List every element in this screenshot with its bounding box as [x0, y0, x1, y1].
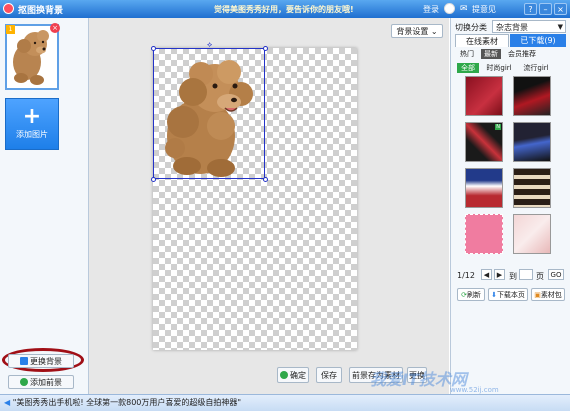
window-title: 抠图换背景: [18, 6, 64, 16]
selection-box[interactable]: [153, 48, 265, 179]
download-page-button[interactable]: ⬇下载本页: [488, 288, 528, 301]
background-thumbnail[interactable]: [465, 214, 503, 254]
category-label: 切换分类: [455, 23, 487, 32]
page-input[interactable]: [519, 269, 533, 280]
filter-all[interactable]: 全部: [457, 63, 479, 73]
subtab-hot[interactable]: 热门: [457, 49, 477, 59]
thumbnail-index: 1: [6, 25, 15, 34]
tab-online-label: 在线素材: [466, 37, 498, 46]
add-picture-label: 添加图片: [16, 130, 48, 139]
rotate-handle-icon[interactable]: ⟡: [207, 40, 212, 50]
category-value: 杂志背景: [496, 23, 528, 32]
image-thumbnail[interactable]: 1 ×: [5, 23, 60, 90]
refresh-button[interactable]: ⟳刷新: [457, 288, 485, 301]
page-indicator: 1/12: [457, 271, 475, 280]
change-background-label: 更换背景: [30, 357, 62, 366]
tab-online-materials[interactable]: 在线素材: [455, 34, 509, 47]
add-foreground-label: 添加前景: [30, 378, 62, 387]
add-picture-button[interactable]: + 添加图片: [5, 98, 59, 150]
add-icon: [20, 378, 28, 386]
tab-downloaded-label: 已下载(9): [520, 36, 556, 45]
background-settings-button[interactable]: 背景设置 ⌄: [391, 24, 443, 38]
background-thumbnail[interactable]: [465, 168, 503, 208]
watermark-url: www.52ij.com: [450, 386, 499, 394]
filter-fashion-girl[interactable]: 时尚girl: [483, 63, 515, 73]
promo-slogan: 觉得美图秀秀好用，要告诉你的朋友哦!: [214, 5, 354, 14]
speaker-icon: ◀: [4, 398, 11, 407]
page-unit-label: 页: [536, 272, 544, 281]
background-settings-label: 背景设置: [396, 27, 429, 36]
new-badge: N: [495, 124, 501, 130]
confirm-label: 确定: [290, 371, 306, 380]
resize-handle[interactable]: [263, 177, 268, 182]
resize-handle[interactable]: [151, 46, 156, 51]
background-thumbnail[interactable]: [513, 122, 551, 162]
resize-handle[interactable]: [263, 46, 268, 51]
prev-page-button[interactable]: ◀: [481, 269, 492, 280]
download-page-label: 下载本页: [496, 291, 525, 299]
background-thumbnail[interactable]: [513, 76, 551, 116]
save-label: 保存: [321, 371, 337, 380]
material-pack-label: 素材包: [540, 291, 562, 299]
category-select[interactable]: 杂志背景 ▼: [492, 20, 566, 33]
add-foreground-button[interactable]: 添加前景: [8, 375, 74, 389]
filter-trend-girl[interactable]: 流行girl: [519, 63, 553, 73]
refresh-label: 刷新: [466, 291, 481, 299]
background-thumbnail[interactable]: N: [465, 122, 503, 162]
resize-handle[interactable]: [151, 177, 156, 182]
minimize-button[interactable]: –: [539, 3, 552, 15]
subtab-member-recommend[interactable]: 会员推荐: [505, 49, 539, 59]
message-icon[interactable]: ✉: [460, 4, 468, 14]
subtab-newest[interactable]: 最新: [481, 49, 501, 59]
canvas-area: 背景设置 ⌄ ⟡ 确定 保存 前景存为素材 更换: [89, 18, 449, 394]
plus-icon: +: [22, 104, 42, 129]
background-thumbnail[interactable]: [513, 214, 551, 254]
title-bar: 抠图换背景 觉得美图秀秀好用，要告诉你的朋友哦! 登录 ✉ 提意见 ? – ×: [0, 0, 570, 18]
left-panel: 1 × + 添加图片 更换背景 添加前景: [0, 18, 89, 394]
package-icon: ▣: [534, 291, 541, 299]
background-thumbnail[interactable]: [465, 76, 503, 116]
delete-icon[interactable]: ×: [50, 23, 60, 33]
app-logo-icon: [3, 3, 14, 14]
check-icon: [280, 371, 288, 379]
chevron-down-icon: ⌄: [430, 27, 438, 36]
go-button[interactable]: GO: [548, 269, 564, 280]
help-button[interactable]: ?: [524, 3, 537, 15]
chevron-down-icon: ▼: [557, 23, 563, 31]
confirm-button[interactable]: 确定: [277, 367, 309, 383]
login-link[interactable]: 登录: [423, 4, 439, 15]
background-thumbnail[interactable]: [513, 168, 551, 208]
feedback-link[interactable]: 提意见: [472, 4, 496, 15]
status-bar: ◀ "美图秀秀出手机啦! 全球第一款800万用户喜爱的超级自拍神器": [0, 394, 570, 411]
avatar[interactable]: [444, 3, 455, 14]
goto-label: 到: [509, 272, 517, 281]
tab-downloaded[interactable]: 已下载(9): [510, 34, 566, 47]
poodle-thumbnail-image: [13, 30, 49, 85]
material-pack-button[interactable]: ▣素材包: [531, 288, 565, 301]
save-button[interactable]: 保存: [316, 367, 342, 383]
background-icon: [20, 357, 28, 365]
close-button[interactable]: ×: [554, 3, 567, 15]
change-background-button[interactable]: 更换背景: [8, 354, 74, 368]
next-page-button[interactable]: ▶: [494, 269, 505, 280]
right-panel: 切换分类 杂志背景 ▼ 在线素材 已下载(9) 热门 最新 会员推荐 全部 时尚…: [450, 18, 570, 394]
status-text[interactable]: "美图秀秀出手机啦! 全球第一款800万用户喜爱的超级自拍神器": [13, 398, 241, 407]
